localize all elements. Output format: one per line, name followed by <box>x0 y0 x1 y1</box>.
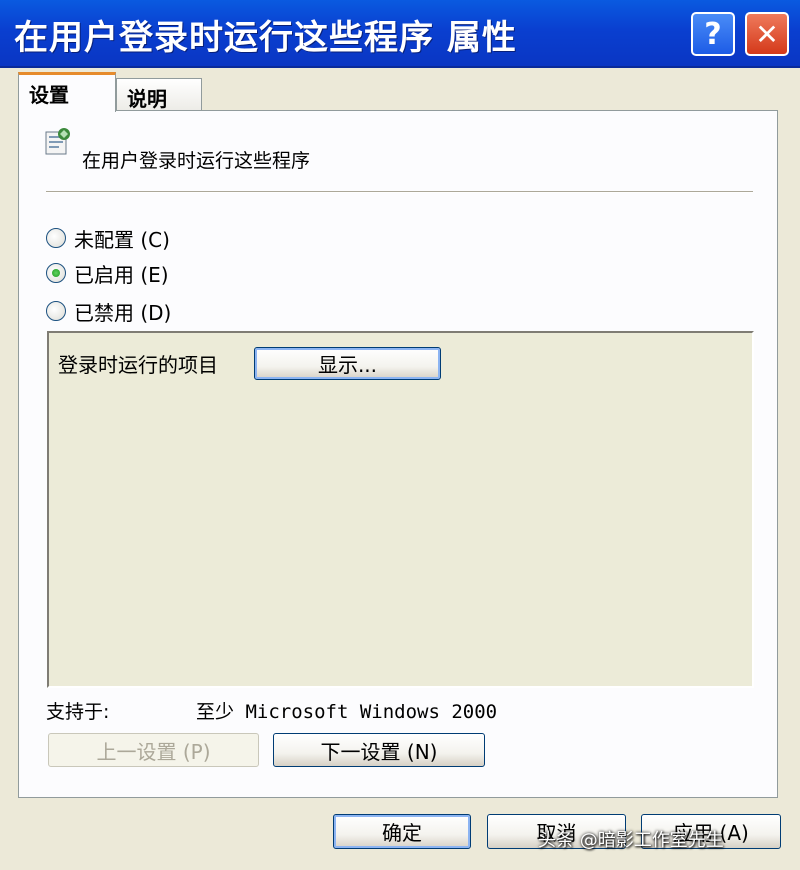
radio-disabled[interactable]: 已禁用 (D) <box>46 297 171 325</box>
separator <box>46 191 753 193</box>
ok-button[interactable]: 确定 <box>333 814 471 849</box>
options-area <box>47 331 754 688</box>
radio-circle-icon[interactable] <box>46 228 66 248</box>
policy-icon <box>45 128 70 155</box>
radio-enabled[interactable]: 已启用 (E) <box>46 259 169 287</box>
tab-explain[interactable]: 说明 <box>116 78 202 112</box>
help-icon: ? <box>704 16 722 52</box>
close-button[interactable]: ✕ <box>745 12 789 56</box>
supported-on-value: 至少 Microsoft Windows 2000 <box>196 701 498 723</box>
tab-settings[interactable]: 设置 <box>18 72 116 112</box>
supported-on-label: 支持于: <box>46 701 110 723</box>
window-title: 在用户登录时运行这些程序 属性 <box>14 18 517 58</box>
title-bar: 在用户登录时运行这些程序 属性 ? ✕ <box>0 0 800 68</box>
radio-not-configured[interactable]: 未配置 (C) <box>46 224 170 252</box>
prev-setting-button[interactable]: 上一设置 (P) <box>48 733 259 767</box>
radio-label: 已启用 (E) <box>74 262 169 287</box>
help-button[interactable]: ? <box>691 12 735 56</box>
radio-checked-icon[interactable] <box>46 263 66 283</box>
radio-circle-icon[interactable] <box>46 301 66 321</box>
run-items-label: 登录时运行的项目 <box>58 353 218 377</box>
show-button[interactable]: 显示... <box>254 347 441 380</box>
radio-label: 未配置 (C) <box>74 227 170 252</box>
watermark: 头条 @暗影工作室先生 <box>538 830 724 851</box>
policy-name: 在用户登录时运行这些程序 <box>82 150 311 172</box>
radio-label: 已禁用 (D) <box>74 300 172 325</box>
close-icon: ✕ <box>755 17 779 51</box>
next-setting-button[interactable]: 下一设置 (N) <box>273 733 485 767</box>
